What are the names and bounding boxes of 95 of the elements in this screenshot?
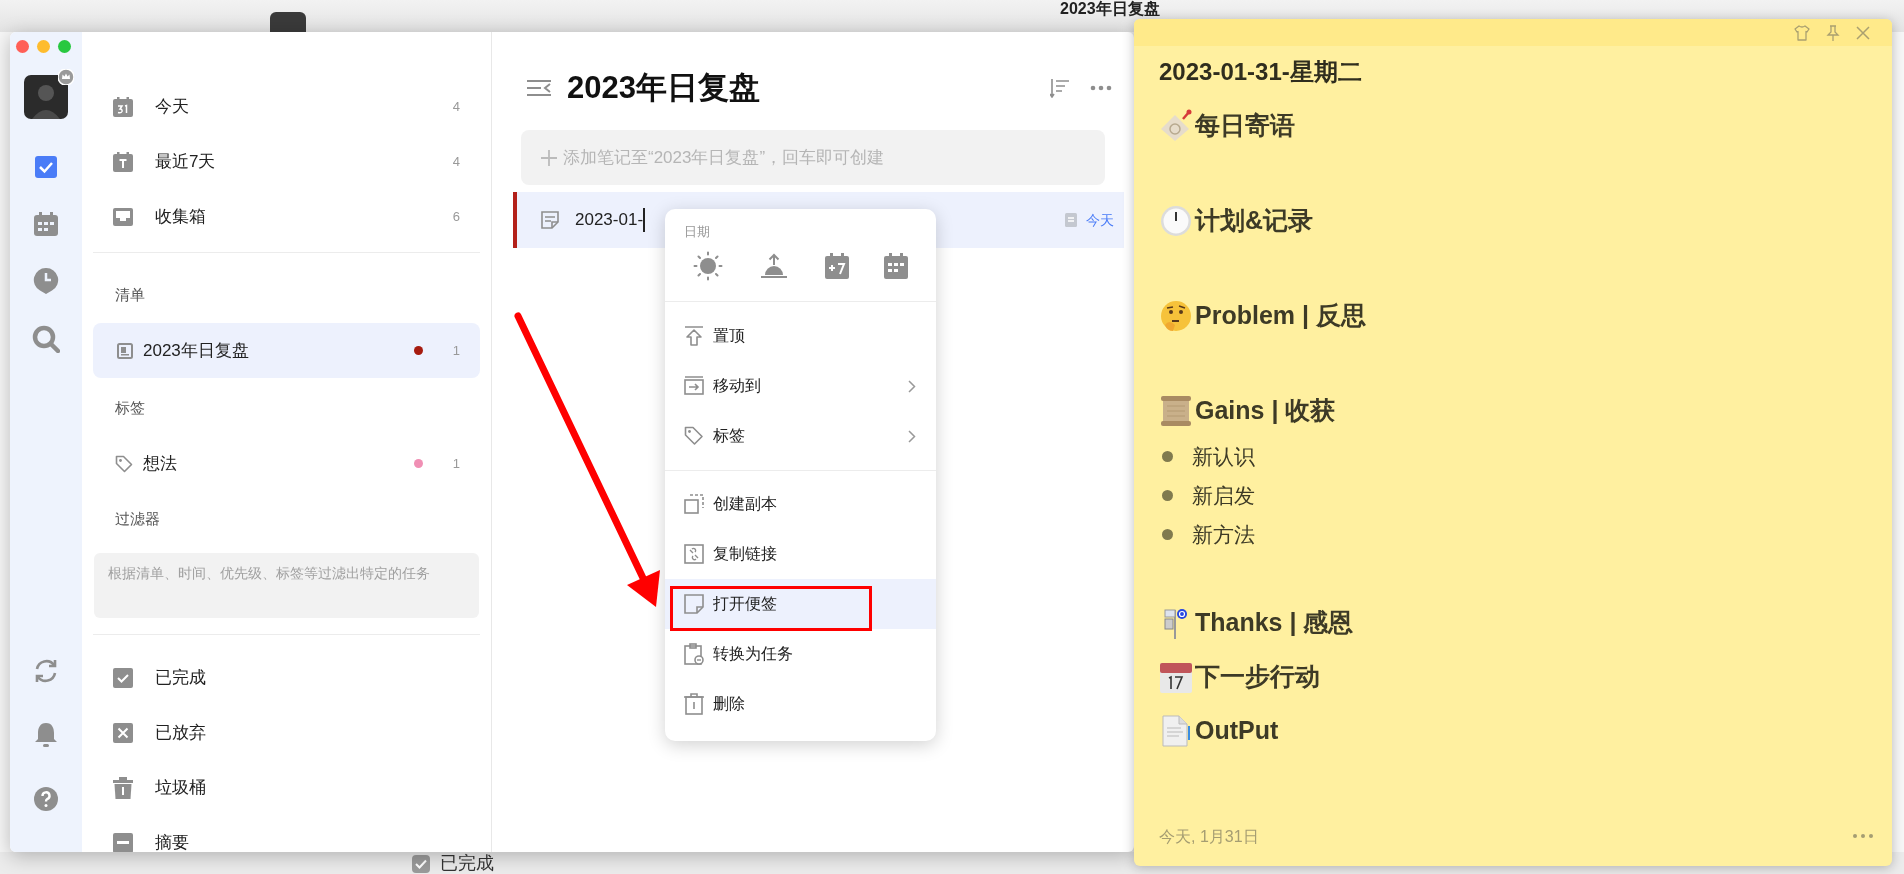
clipboard-icon (684, 643, 704, 665)
sidebar-item[interactable]: 最近7天 4 (93, 134, 480, 189)
note-date: 今天, 1月31日 (1159, 827, 1259, 847)
note-heading: Thanks | 感恩 (1195, 606, 1354, 638)
text-cursor (643, 208, 646, 232)
note-heading: OutPut (1195, 714, 1279, 746)
trash-icon (113, 776, 133, 799)
pin-icon[interactable] (1826, 24, 1840, 41)
link-icon (684, 544, 704, 564)
sun-icon[interactable] (692, 251, 723, 281)
menu-section-label: 日期 (683, 223, 711, 241)
bullet-text: 新启发 (1192, 482, 1255, 509)
close-button[interactable] (16, 40, 29, 53)
shirt-icon[interactable] (1794, 24, 1810, 41)
sticky-note-icon (684, 594, 704, 614)
scroll-icon (1159, 393, 1193, 428)
filter-hint: 根据清单、时间、优先级、标签等过滤出特定的任务 (94, 553, 479, 618)
list-title: 2023年日复盘 (567, 68, 761, 107)
item-count: 6 (452, 207, 460, 226)
checkbox[interactable] (412, 855, 430, 873)
bullet-text: 新方法 (1192, 521, 1255, 548)
note-heading: 下一步行动 (1195, 660, 1320, 692)
crown-icon (58, 69, 74, 85)
pin-to-top-icon (684, 326, 704, 346)
avatar-image (270, 12, 306, 32)
sync-icon[interactable] (33, 658, 59, 684)
duplicate-icon (684, 494, 704, 514)
move-icon (684, 376, 704, 396)
note-title: 2023-01- (575, 209, 644, 232)
sidebar-item[interactable]: 摘要 (93, 815, 480, 852)
section-header: 清单 (114, 285, 146, 305)
note-icon (540, 210, 560, 230)
window-title: 2023年日复盘 (1060, 0, 1160, 18)
thinking-face-icon (1159, 298, 1193, 333)
menu-item[interactable]: 打开便签 (665, 579, 936, 629)
clock-icon (1159, 203, 1193, 238)
menu-item[interactable]: 标签 (665, 411, 936, 461)
note-heading: 每日寄语 (1195, 109, 1295, 141)
note-icon (1065, 213, 1077, 227)
note-title: 2023-01-31-星期二 (1159, 57, 1363, 87)
note-heading: Problem | 反思 (1195, 299, 1366, 331)
menu-item[interactable]: 移动到 (665, 361, 936, 411)
sidebar-item[interactable]: 已放弃 (93, 705, 480, 760)
bullet-text: 新认识 (1192, 443, 1255, 470)
search-icon[interactable] (32, 325, 60, 353)
due-date: 今天 (1086, 210, 1114, 230)
section-header: 过滤器 (114, 509, 161, 529)
section-header: 标签 (114, 398, 146, 418)
sidebar-item[interactable]: 垃圾桶 (93, 760, 480, 815)
item-count: 4 (452, 152, 460, 171)
tag-icon (115, 454, 133, 473)
clock-icon[interactable] (33, 267, 59, 295)
document-icon (1159, 713, 1193, 748)
checkbox-icon (113, 667, 133, 688)
list-item-label: 已完成 (440, 852, 494, 874)
sidebar-item[interactable]: 已完成 (93, 650, 480, 705)
menu-item[interactable]: 转换为任务 (665, 629, 936, 679)
more-icon[interactable] (1852, 833, 1874, 839)
more-icon[interactable] (1090, 85, 1112, 91)
tag-icon (1159, 108, 1193, 143)
x-box-icon (113, 722, 133, 743)
calendar-plus-icon[interactable] (825, 253, 850, 279)
list-icon (117, 342, 133, 359)
sidebar-toggle-icon[interactable] (527, 79, 551, 97)
help-icon[interactable] (33, 786, 59, 812)
sort-icon[interactable] (1050, 78, 1070, 98)
sidebar-item[interactable]: 收集箱 6 (93, 189, 480, 244)
item-count: 1 (452, 341, 460, 360)
calendar-icon (113, 151, 133, 172)
tag-icon (684, 426, 704, 446)
menu-item[interactable]: 删除 (665, 679, 936, 729)
note-heading: Gains | 收获 (1195, 394, 1336, 426)
sidebar-item[interactable]: 2023年日复盘 1 (93, 323, 480, 378)
zoom-button[interactable] (58, 40, 71, 53)
note-heading: 计划&记录 (1195, 204, 1314, 236)
minimize-button[interactable] (37, 40, 50, 53)
add-note-field[interactable]: 添加笔记至“2023年日复盘”，回车即可创建 (521, 130, 1105, 185)
calendar-icon[interactable] (884, 253, 909, 279)
trash-icon (684, 693, 704, 715)
checkmark-icon (415, 859, 427, 869)
task-checkbox-icon[interactable] (34, 155, 58, 179)
close-icon[interactable] (1856, 25, 1870, 40)
inbox-icon (113, 206, 133, 227)
calendar-icon (113, 96, 133, 117)
avatar-icon[interactable] (24, 75, 68, 119)
menu-item[interactable]: 置顶 (665, 311, 936, 361)
calendar-icon[interactable] (33, 211, 59, 237)
sidebar-item[interactable]: 今天 4 (93, 79, 480, 134)
sidebar-item[interactable]: 想法 1 (93, 436, 480, 491)
plus-icon (541, 150, 557, 166)
item-count: 1 (452, 454, 460, 473)
menu-item[interactable]: 复制链接 (665, 529, 936, 579)
item-count: 4 (452, 97, 460, 116)
bell-icon[interactable] (34, 722, 58, 748)
menu-item[interactable]: 创建副本 (665, 479, 936, 529)
